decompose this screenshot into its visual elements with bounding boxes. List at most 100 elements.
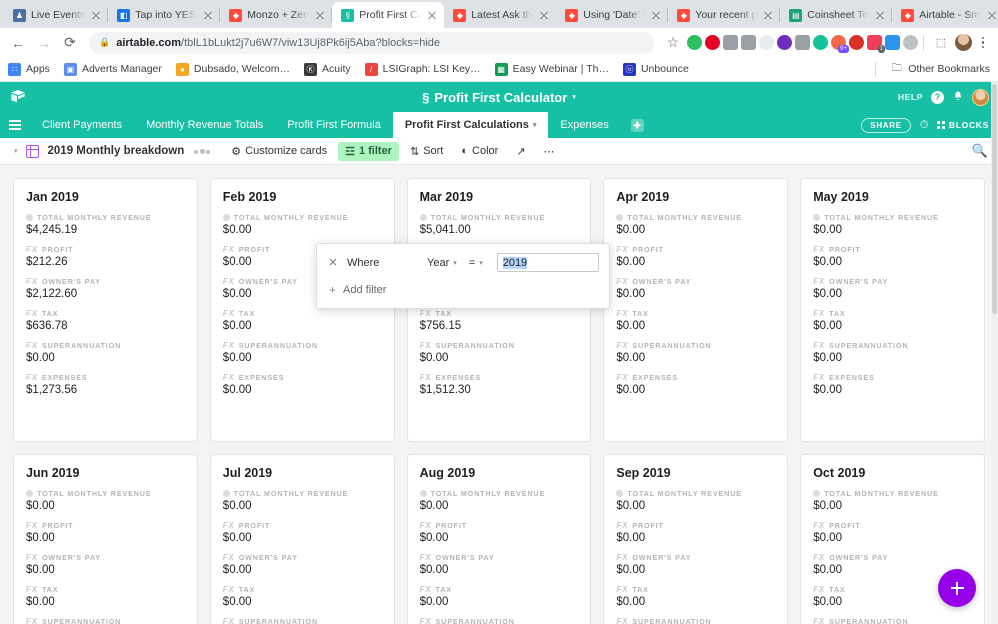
browser-tab[interactable]: ◧ Tap into YES w [108,2,221,28]
remove-filter-icon[interactable]: ✕ [327,256,339,269]
browser-tab[interactable]: ◆ Latest Ask the [444,2,556,28]
cast-icon[interactable]: ⬚ [929,31,953,55]
address-bar[interactable]: 🔒 airtable.com/tblL1bLukt2j7u6W7/viw13Uj… [89,31,654,54]
close-icon[interactable] [986,9,998,21]
add-table-button[interactable] [621,112,654,138]
browser-tab[interactable]: ♟ Live Events [4,2,109,28]
browser-profile-avatar[interactable] [955,34,972,51]
adblock-extension[interactable] [849,35,864,50]
back-button[interactable]: ← [6,31,30,55]
browser-tab[interactable]: ◆ Monzo + Zero- [220,2,333,28]
evernote-extension[interactable] [687,35,702,50]
bookmark-item[interactable]: Ⓚ Acuity [304,62,351,76]
notifications-bell-icon[interactable] [952,90,964,105]
table-tab[interactable]: Profit First Formula [275,112,393,138]
pocket-extension[interactable]: 1 [867,35,885,53]
blocks-button[interactable]: BLOCKS [937,120,989,130]
chrome-menu-button[interactable] [974,36,992,49]
record-card[interactable]: Sep 2019 TOTAL MONTHLY REVENUE $0.00 fx PROF… [603,454,789,624]
history-clock-icon[interactable]: ⏱ [920,119,929,132]
bookmark-item[interactable]: ● Dubsado, Welcom… [175,62,290,76]
help-label[interactable]: HELP [898,92,923,102]
close-icon[interactable] [202,9,214,21]
browser-tab[interactable]: ◆ Using 'Date' fie [556,2,669,28]
filter-value-input[interactable]: 2019 [496,253,599,272]
code-extension[interactable] [741,35,756,50]
record-card[interactable]: Jul 2019 TOTAL MONTHLY REVENUE $0.00 fx PROF… [209,454,395,624]
filter-field-select[interactable]: Year ▾ [427,257,457,269]
view-list-caret-icon[interactable]: ▾ [10,147,22,155]
field-type-icon [419,214,427,221]
close-icon[interactable] [314,9,326,21]
record-card[interactable]: May 2019 TOTAL MONTHLY REVENUE $0.00 fx PROF… [800,178,985,442]
close-icon[interactable] [538,9,550,21]
bookmark-star-icon[interactable]: ☆ [661,31,685,55]
hunter-extension[interactable] [795,35,810,50]
forward-button[interactable]: → [32,31,56,55]
scrollbar-thumb[interactable] [992,84,997,314]
table-tab-label: Profit First Formula [287,119,381,131]
record-card[interactable]: Feb 2019 TOTAL MONTHLY REVENUE $0.00 fx PROF… [209,178,395,442]
user-avatar[interactable] [972,88,989,106]
record-card[interactable]: Aug 2019 TOTAL MONTHLY REVENUE $0.00 fx PROF… [406,454,592,624]
formula-icon: fx [616,341,629,350]
screenshot-extension[interactable] [723,35,738,50]
loom-extension[interactable] [759,35,774,50]
table-tab[interactable]: Client Payments [30,112,134,138]
close-icon[interactable] [426,9,438,21]
formula-icon: fx [616,277,629,286]
bookmark-item[interactable]: ▣ Adverts Manager [63,62,162,76]
buffer-extension[interactable] [885,35,900,50]
close-icon[interactable] [874,9,886,21]
grammarly-extension[interactable] [777,35,792,50]
sort-button[interactable]: ⇅ Sort [403,142,450,161]
tab-favicon-icon: ◆ [229,8,243,22]
help-icon[interactable]: ? [931,90,944,104]
record-card[interactable]: Jan 2019 TOTAL MONTHLY REVENUE $4,245.19 fx… [13,178,198,442]
browser-tab[interactable]: § Profit First Calc [332,2,445,28]
close-icon[interactable] [90,9,102,21]
reload-button[interactable]: ⟳ [58,31,82,55]
close-icon[interactable] [650,9,662,21]
filter-operator-select[interactable]: = ▾ [469,257,483,269]
base-title-button[interactable]: § Profit First Calculator ▾ [422,90,576,105]
card-field-label: fx SUPERANNUATION [223,341,382,350]
table-tab[interactable]: Expenses [548,112,620,138]
table-tab[interactable]: Monthly Revenue Totals [134,112,275,138]
filter-button[interactable]: ☲ 1 filter [338,141,399,161]
share-button[interactable]: SHARE [861,117,911,133]
card-field: TOTAL MONTHLY REVENUE $0.00 [222,213,382,236]
ghostery-extension[interactable]: 9+ [831,35,849,53]
add-record-button[interactable] [938,569,976,607]
view-name[interactable]: 2019 Monthly breakdown [48,145,185,157]
color-button[interactable]: ◐ Color [454,142,505,160]
table-tab[interactable]: Profit First Calculations ▾ [392,112,549,138]
sidebar-toggle-button[interactable] [0,112,30,138]
grammarly-g-extension[interactable] [813,35,828,50]
customize-cards-button[interactable]: ⚙ Customize cards [224,142,334,161]
bookmark-item[interactable]: / LSIGraph: LSI Key… [364,62,481,76]
collaborators-icon[interactable] [194,148,211,154]
card-field: fx OWNER'S PAY $0.00 [813,277,972,300]
other-bookmarks-button[interactable]: 🗀 Other Bookmarks [890,62,990,76]
bookmark-item[interactable]: ▦ Easy Webinar | Th… [494,62,609,76]
airtable-logo-icon[interactable] [9,88,27,106]
record-card[interactable]: Apr 2019 TOTAL MONTHLY REVENUE $0.00 fx PROF… [603,178,789,442]
bookmark-item[interactable]: ∷ Apps [8,62,50,76]
bookmark-item[interactable]: ⓤ Unbounce [622,62,689,76]
pinterest-extension[interactable] [705,35,720,50]
browser-tab[interactable]: ◆ Airtable - Smal [892,2,998,28]
chevron-down-icon[interactable]: ▾ [533,121,537,129]
close-icon[interactable] [762,9,774,21]
vertical-scrollbar[interactable] [991,82,998,624]
add-filter-button[interactable]: + Add filter [327,283,599,297]
browser-tab[interactable]: ◆ Your recent po [668,2,781,28]
more-options-button[interactable]: ⋯ [537,142,562,161]
browser-tab[interactable]: ▤ Coinsheet Tem [780,2,893,28]
search-icon[interactable]: 🔍 [972,143,988,159]
record-card[interactable]: Mar 2019 TOTAL MONTHLY REVENUE $5,041.00 fx… [406,178,592,442]
bookmark-label: Acuity [322,63,351,75]
share-view-button[interactable]: ↗ [509,142,532,161]
clock-extension[interactable] [903,35,918,50]
record-card[interactable]: Jun 2019 TOTAL MONTHLY REVENUE $0.00 fx PROF… [13,454,198,624]
